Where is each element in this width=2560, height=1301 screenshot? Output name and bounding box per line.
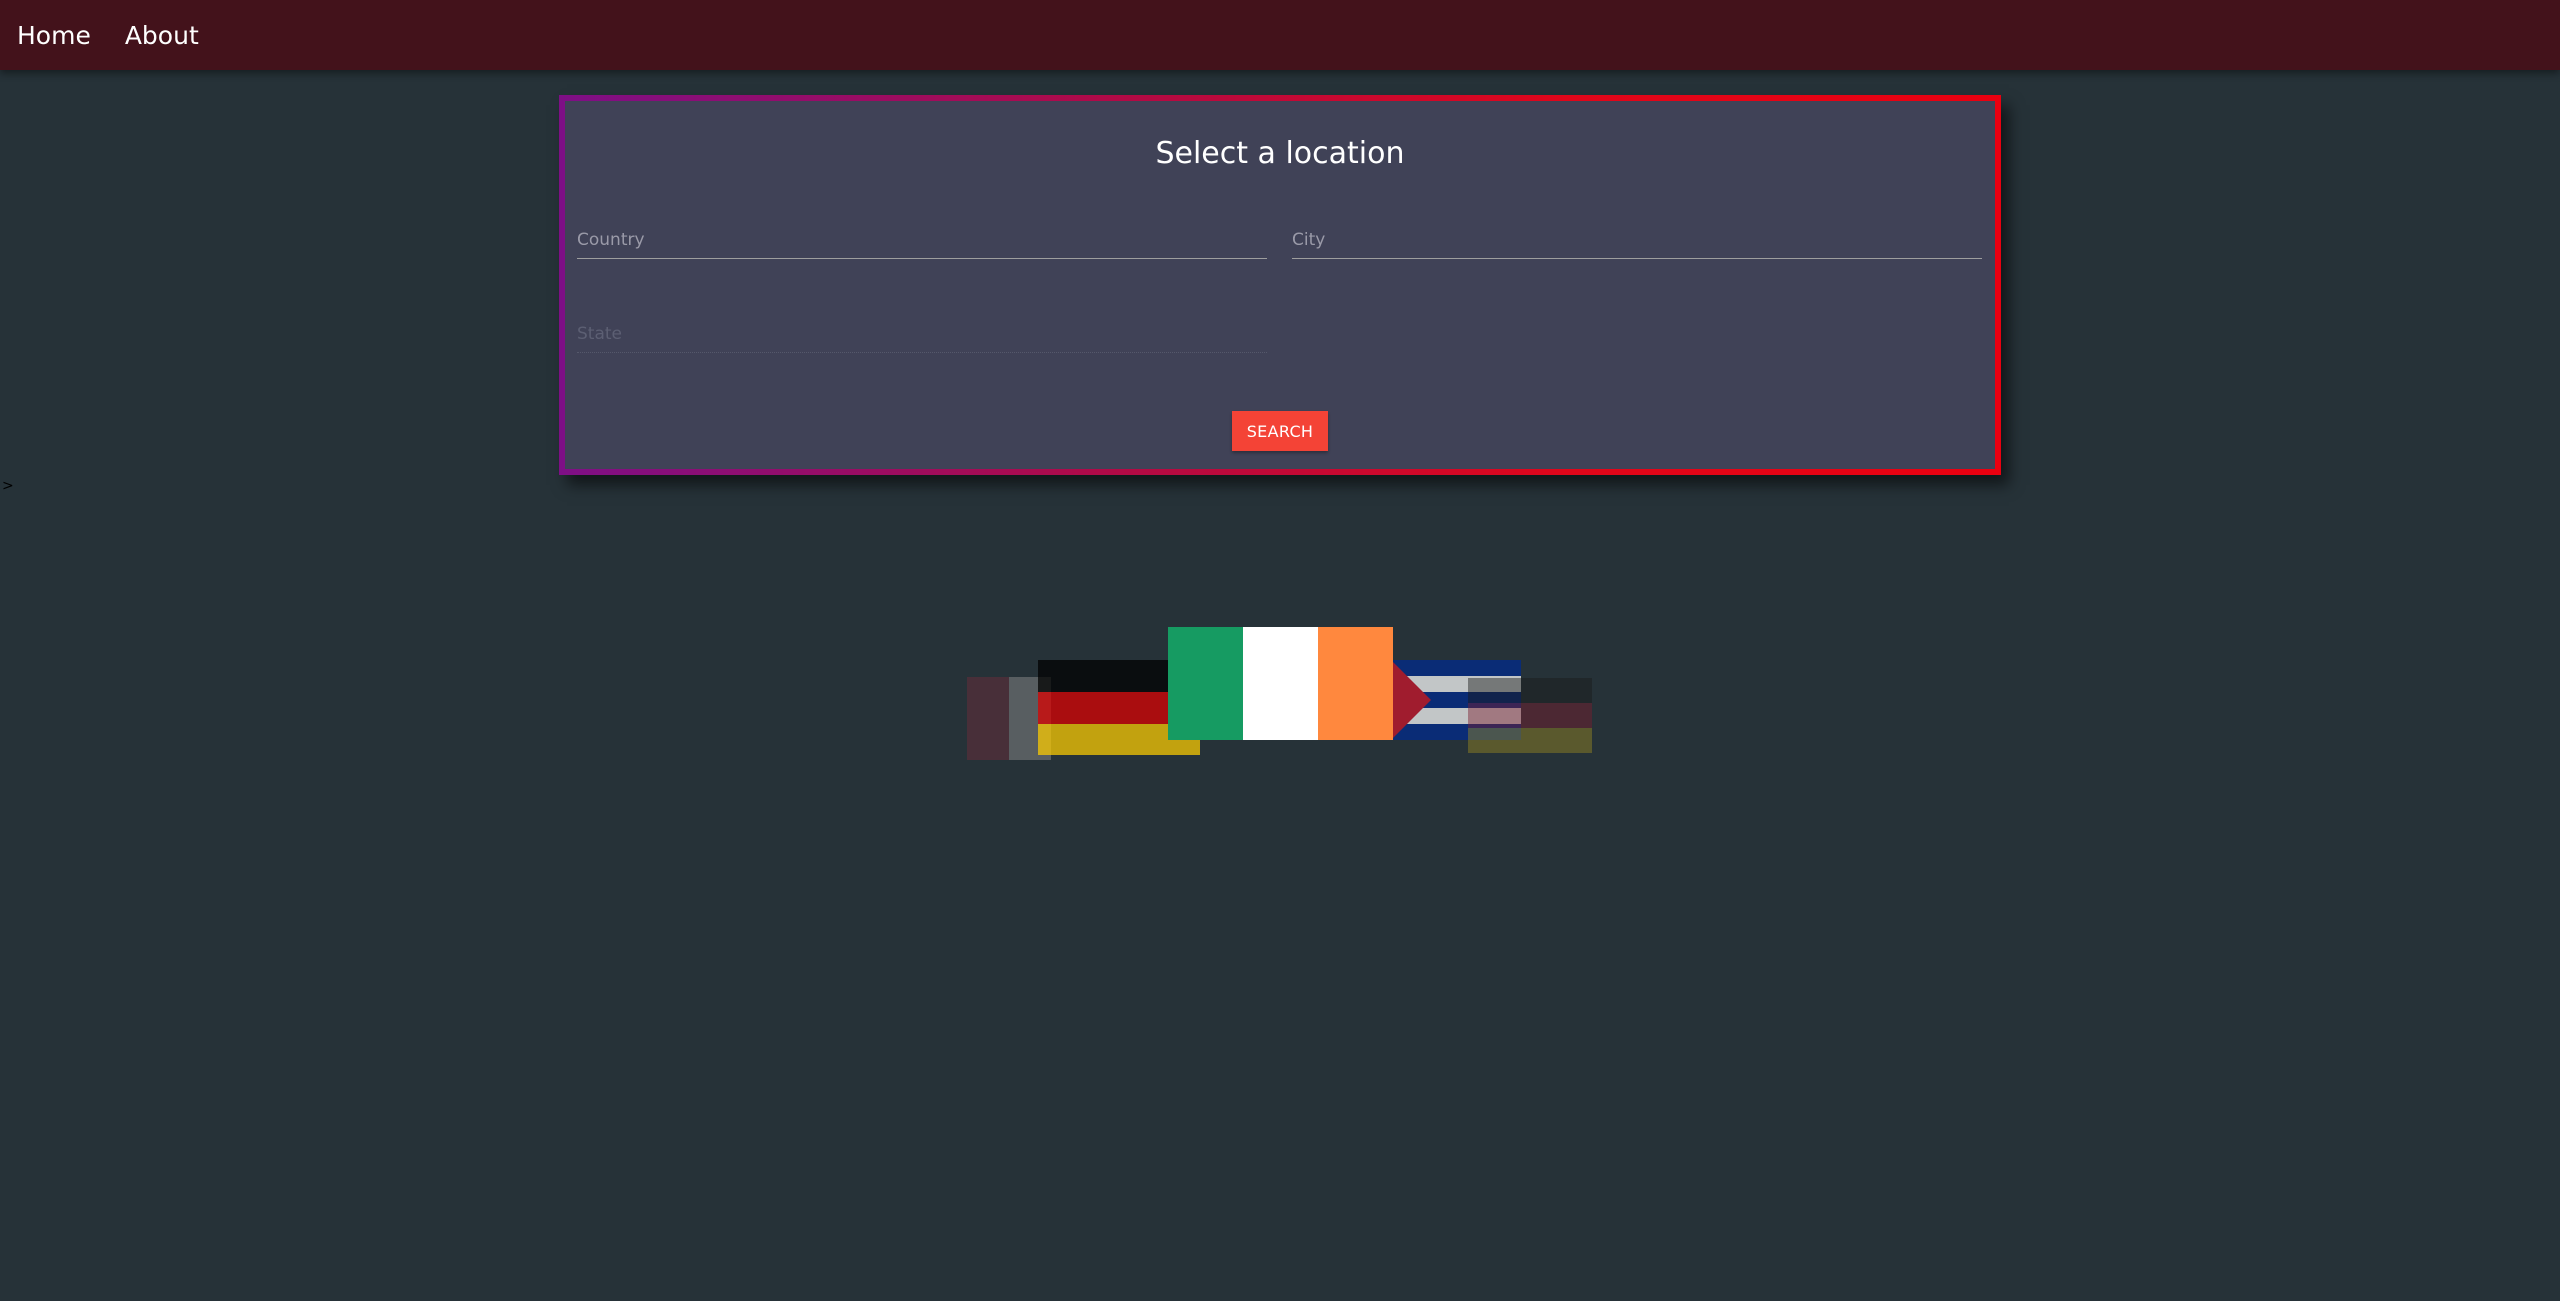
stray-text: > <box>2 478 14 494</box>
state-input[interactable] <box>577 315 1267 352</box>
flag-ireland[interactable] <box>1168 627 1393 740</box>
top-navbar: Home About <box>0 0 2560 70</box>
country-field <box>577 221 1267 259</box>
city-field <box>1292 221 1982 259</box>
nav-home-link[interactable]: Home <box>17 21 91 50</box>
city-input[interactable] <box>1292 221 1982 258</box>
flag-faded-right[interactable] <box>1468 678 1592 753</box>
form-title: Select a location <box>1155 136 1405 171</box>
location-form-card: Select a location SEARCH <box>559 95 2001 475</box>
state-field <box>577 315 1267 353</box>
nav-about-link[interactable]: About <box>125 21 199 50</box>
country-input[interactable] <box>577 221 1267 258</box>
search-button[interactable]: SEARCH <box>1232 411 1328 451</box>
location-form: Select a location SEARCH <box>565 101 1995 469</box>
